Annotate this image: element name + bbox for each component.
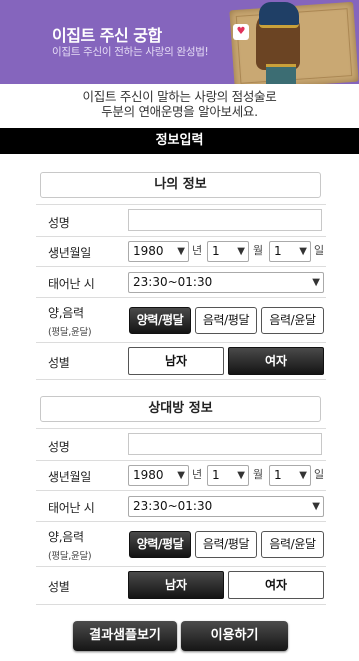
- partner-month-select[interactable]: 1 ▼: [207, 465, 249, 486]
- partner-calendar-row: 양,음력 (평달,윤달) 양력/평달 음력/평달 음력/윤달: [36, 522, 326, 567]
- section-title-bar: 정보입력: [0, 128, 359, 154]
- use-button[interactable]: 이용하기: [181, 621, 288, 651]
- my-gender-female[interactable]: 여자: [228, 347, 324, 375]
- partner-calendar-solar[interactable]: 양력/평달: [129, 531, 191, 558]
- my-time-row: 태어난 시 23:30~01:30 ▼: [36, 267, 326, 298]
- my-calendar-lunar-leap[interactable]: 음력/윤달: [261, 307, 324, 334]
- heart-chat-icon: ♥: [233, 24, 249, 40]
- chevron-down-icon: ▼: [312, 277, 320, 288]
- chevron-down-icon: ▼: [299, 470, 307, 481]
- my-calendar-row: 양,음력 (평달,윤달) 양력/평달 음력/평달 음력/윤달: [36, 298, 326, 343]
- day-unit: 일: [314, 468, 325, 481]
- birth-time-label: 태어난 시: [48, 501, 95, 515]
- calendar-label: 양,음력 (평달,윤달): [48, 304, 92, 338]
- chevron-down-icon: ▼: [299, 246, 307, 257]
- partner-name-row: 성명: [36, 428, 326, 461]
- calendar-label-main: 양,음력: [48, 306, 84, 320]
- partner-calendar-lunar-leap[interactable]: 음력/윤달: [261, 531, 324, 558]
- banner-title: 이집트 주신 궁합: [52, 26, 162, 45]
- partner-time-select[interactable]: 23:30~01:30 ▼: [128, 496, 324, 517]
- month-unit: 월: [253, 468, 264, 481]
- nefertiti-crown-image: [259, 2, 299, 28]
- year-unit: 년: [192, 468, 203, 481]
- partner-year-value: 1980: [133, 468, 164, 482]
- my-time-select[interactable]: 23:30~01:30 ▼: [128, 272, 324, 293]
- partner-gender-female[interactable]: 여자: [228, 571, 324, 599]
- partner-month-value: 1: [212, 468, 220, 482]
- partner-day-select[interactable]: 1 ▼: [269, 465, 311, 486]
- gender-label: 성별: [48, 356, 70, 370]
- birth-label: 생년월일: [48, 246, 91, 260]
- my-calendar-lunar[interactable]: 음력/평달: [195, 307, 257, 334]
- intro-text: 이집트 주신이 말하는 사랑의 점성술로 두분의 연애운명을 알아보세요.: [0, 89, 359, 119]
- partner-time-value: 23:30~01:30: [133, 499, 213, 513]
- my-day-value: 1: [274, 244, 282, 258]
- my-day-select[interactable]: 1 ▼: [269, 241, 311, 262]
- my-name-input[interactable]: [128, 209, 322, 231]
- name-label: 성명: [48, 440, 70, 454]
- birth-label: 생년월일: [48, 470, 91, 484]
- chevron-down-icon: ▼: [312, 501, 320, 512]
- calendar-label-sub: (평달,윤달): [48, 551, 92, 562]
- year-unit: 년: [192, 244, 203, 257]
- intro-line-2: 두분의 연애운명을 알아보세요.: [101, 104, 258, 119]
- my-name-row: 성명: [36, 204, 326, 237]
- my-gender-male[interactable]: 남자: [128, 347, 224, 375]
- gender-label: 성별: [48, 580, 70, 594]
- nefertiti-collar-image: [266, 64, 296, 84]
- my-birth-row: 생년월일 1980 ▼ 년 1 ▼ 월 1 ▼ 일: [36, 237, 326, 267]
- my-month-value: 1: [212, 244, 220, 258]
- chevron-down-icon: ▼: [177, 246, 185, 257]
- partner-year-select[interactable]: 1980 ▼: [128, 465, 189, 486]
- birth-time-label: 태어난 시: [48, 277, 95, 291]
- my-calendar-solar[interactable]: 양력/평달: [129, 307, 191, 334]
- calendar-label-sub: (평달,윤달): [48, 327, 92, 338]
- my-month-select[interactable]: 1 ▼: [207, 241, 249, 262]
- partner-calendar-lunar[interactable]: 음력/평달: [195, 531, 257, 558]
- chevron-down-icon: ▼: [237, 470, 245, 481]
- my-year-select[interactable]: 1980 ▼: [128, 241, 189, 262]
- partner-name-input[interactable]: [128, 433, 322, 455]
- partner-info-title: 상대방 정보: [40, 396, 321, 422]
- month-unit: 월: [253, 244, 264, 257]
- my-info-title: 나의 정보: [40, 172, 321, 198]
- calendar-label-main: 양,음력: [48, 530, 84, 544]
- partner-day-value: 1: [274, 468, 282, 482]
- my-year-value: 1980: [133, 244, 164, 258]
- chevron-down-icon: ▼: [177, 470, 185, 481]
- my-time-value: 23:30~01:30: [133, 275, 213, 289]
- my-gender-row: 성별 남자 여자: [36, 343, 326, 380]
- calendar-label: 양,음력 (평달,윤달): [48, 528, 92, 562]
- chevron-down-icon: ▼: [237, 246, 245, 257]
- intro-line-1: 이집트 주신이 말하는 사랑의 점성술로: [82, 89, 277, 104]
- sample-result-button[interactable]: 결과샘플보기: [73, 621, 177, 651]
- partner-time-row: 태어난 시 23:30~01:30 ▼: [36, 491, 326, 522]
- name-label: 성명: [48, 216, 70, 230]
- header-banner: 이집트 주신 궁합 이집트 주신이 전하는 사랑의 완성법! ♥: [0, 0, 359, 84]
- partner-gender-male[interactable]: 남자: [128, 571, 224, 599]
- day-unit: 일: [314, 244, 325, 257]
- partner-birth-row: 생년월일 1980 ▼ 년 1 ▼ 월 1 ▼ 일: [36, 461, 326, 491]
- banner-subtitle: 이집트 주신이 전하는 사랑의 완성법!: [52, 46, 209, 58]
- partner-gender-row: 성별 남자 여자: [36, 567, 326, 605]
